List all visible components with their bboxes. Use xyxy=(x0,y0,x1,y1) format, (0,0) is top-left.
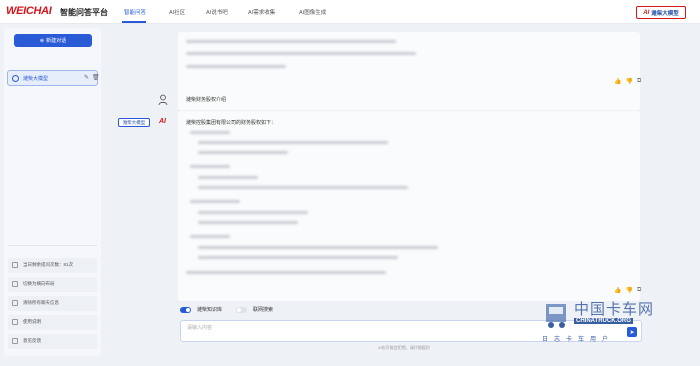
tab-ai-requirements[interactable]: AI需求收集 xyxy=(248,8,275,16)
chat-icon xyxy=(12,75,19,82)
conversation-label: 潍柴大模型 xyxy=(23,76,49,82)
remaining-questions-label: 当日剩余提问次数：81次 xyxy=(23,262,74,267)
usage-guide-label: 使用说明 xyxy=(23,319,41,324)
blurred-text xyxy=(186,65,286,68)
knowledge-base-toggle[interactable] xyxy=(180,306,191,313)
ai-disclaimer: AI也可能会犯错，请仔细甄别 xyxy=(378,345,430,350)
remaining-questions: 当日剩余提问次数：81次 xyxy=(8,258,97,273)
user-avatar-icon xyxy=(158,94,168,106)
watermark-tagline: 日志卡车用户 xyxy=(542,337,615,343)
ai-model-label: 潍柴大模型 xyxy=(118,118,150,127)
active-tab-indicator xyxy=(122,21,146,23)
plus-icon: ⊕ xyxy=(39,37,45,44)
brand-badge-label: 潍柴大模型 xyxy=(651,10,679,17)
copy-icon[interactable]: ⧉ xyxy=(637,78,641,85)
blurred-text xyxy=(198,221,298,224)
tab-ai-book[interactable]: AI说书吧 xyxy=(206,8,228,16)
blurred-text xyxy=(186,271,386,274)
trash-icon xyxy=(12,300,18,306)
watermark-subtitle: CHINATRUCK.ORG xyxy=(574,318,633,324)
tab-ai-community[interactable]: AI社区 xyxy=(169,8,185,16)
counter-icon xyxy=(12,262,18,268)
search-toggles: 潍柴知识库 联网搜索 xyxy=(180,306,273,313)
conversation-item[interactable]: 潍柴大模型 ✎ 🗑 xyxy=(7,70,100,86)
blurred-text xyxy=(190,235,230,238)
blurred-text xyxy=(190,200,240,203)
brand-badge[interactable]: AI 潍柴大模型 xyxy=(636,6,686,19)
ai-answer-bubble: 潍柴控股集团有限公司的财务股权如下： 👍 👎 ⧉ xyxy=(178,111,641,301)
previous-answer-bubble: 👍 👎 ⧉ xyxy=(178,32,641,110)
blurred-text xyxy=(190,131,230,134)
blurred-text xyxy=(198,186,408,189)
usage-guide-link[interactable]: 使用说明 xyxy=(8,315,97,330)
thumbs-up-icon[interactable]: 👍 xyxy=(614,78,621,85)
feedback-label: 意见反馈 xyxy=(23,338,41,343)
blurred-text xyxy=(198,151,288,154)
sidebar: ⊕ 新建对话 潍柴大模型 ✎ 🗑 当日剩余提问次数：81次 切换为横向布局 清除… xyxy=(4,28,101,356)
blurred-text xyxy=(198,256,398,259)
blurred-text xyxy=(190,165,230,168)
ai-avatar-icon: AI xyxy=(159,118,166,125)
blurred-text xyxy=(186,40,396,43)
blurred-text xyxy=(198,141,388,144)
delete-icon[interactable]: 🗑 xyxy=(92,74,100,81)
thumbs-up-icon[interactable]: 👍 xyxy=(614,287,621,294)
watermark: 中国卡车网 CHINATRUCK.ORG 日志卡车用户 xyxy=(540,296,700,352)
ai-brand-icon: AI xyxy=(643,9,650,16)
feedback-link[interactable]: 意见反馈 xyxy=(8,334,97,349)
chat-input-placeholder: 请输入内容 xyxy=(187,325,213,331)
edit-icon[interactable]: ✎ xyxy=(84,74,89,81)
copy-icon[interactable]: ⧉ xyxy=(637,287,641,294)
switch-layout-link[interactable]: 切换为横向布局 xyxy=(8,277,97,292)
clear-chats-label: 清除所有聊天信息 xyxy=(23,300,59,305)
answer-actions: 👍 👎 ⧉ xyxy=(614,287,641,294)
top-navigation-bar: WEICHAI 智能问答平台 智能问答 AI社区 AI说书吧 AI需求收集 AI… xyxy=(0,0,700,24)
thumbs-down-icon[interactable]: 👎 xyxy=(625,78,632,85)
weichai-logo: WEICHAI xyxy=(6,5,52,17)
web-search-toggle[interactable] xyxy=(236,306,248,313)
feedback-icon xyxy=(12,338,18,344)
blurred-text xyxy=(198,176,258,179)
ai-answer-intro: 潍柴控股集团有限公司的财务股权如下： xyxy=(186,120,277,126)
clear-chats-link[interactable]: 清除所有聊天信息 xyxy=(8,296,97,311)
book-icon xyxy=(12,319,18,325)
switch-layout-label: 切换为横向布局 xyxy=(23,281,55,286)
watermark-title: 中国卡车网 xyxy=(574,300,655,318)
new-chat-label: 新建对话 xyxy=(46,38,67,44)
truck-logo-icon xyxy=(546,304,566,328)
web-search-label: 联网搜索 xyxy=(253,307,274,313)
tab-smart-qa[interactable]: 智能问答 xyxy=(124,8,146,16)
answer-actions: 👍 👎 ⧉ xyxy=(614,78,641,85)
platform-title: 智能问答平台 xyxy=(60,8,108,17)
blurred-text xyxy=(198,211,308,214)
layout-icon xyxy=(12,281,18,287)
blurred-text xyxy=(198,246,438,249)
knowledge-base-label: 潍柴知识库 xyxy=(197,307,223,313)
blurred-text xyxy=(186,52,416,55)
sidebar-divider xyxy=(8,245,97,246)
new-chat-button[interactable]: ⊕ 新建对话 xyxy=(14,34,92,47)
user-question: 潍柴财务股权介绍 xyxy=(186,97,227,103)
thumbs-down-icon[interactable]: 👎 xyxy=(625,287,632,294)
tab-ai-image[interactable]: AI图像生成 xyxy=(299,8,326,16)
